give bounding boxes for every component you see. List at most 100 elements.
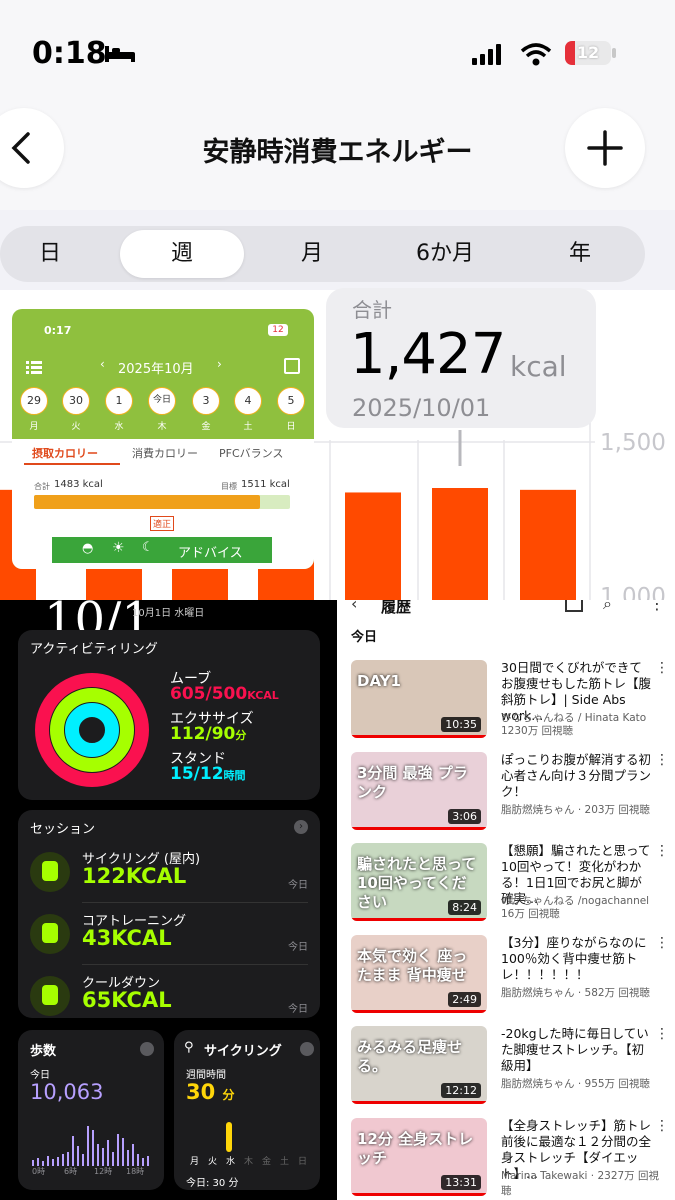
more-vert-icon[interactable]: ⋮ bbox=[649, 600, 665, 613]
cycling-chevron-icon[interactable] bbox=[300, 1042, 314, 1056]
inset-tab-burn[interactable]: 消費カロリー bbox=[132, 445, 198, 461]
steps-chevron-icon[interactable] bbox=[140, 1042, 154, 1056]
steps-tick-12: 12時 bbox=[94, 1167, 113, 1176]
thumbnail-text: DAY1 bbox=[357, 672, 401, 690]
steps-value: 10,063 bbox=[30, 1080, 104, 1104]
tab-6months[interactable]: 6か月 bbox=[390, 226, 500, 282]
video-item[interactable]: 本気で効く 座ったまま 背中痩せ 2:49 【3分】座りながらなのに100％効く背中… bbox=[337, 934, 675, 1021]
next-month-icon[interactable]: › bbox=[217, 357, 222, 371]
cycling-unit: 分 bbox=[222, 1088, 235, 1102]
tab-day[interactable]: 日 bbox=[0, 226, 100, 282]
video-item[interactable]: みるみる足痩せる。 12:12 -20kgした時に毎日していた脚痩せストレッチ。【初… bbox=[337, 1026, 675, 1112]
inset-advice-bar[interactable]: ◓ ☀ ☾ アドバイス bbox=[52, 537, 272, 563]
exercise-value-number: 112/90 bbox=[170, 724, 236, 744]
more-vert-icon[interactable]: ⋮ bbox=[655, 935, 669, 951]
cycling-card[interactable]: ⚲ サイクリング 週間時間 30 分 月火水木金土日 今日: 30 分 bbox=[174, 1030, 320, 1190]
move-value-number: 605/500 bbox=[170, 684, 248, 704]
watched-progress bbox=[351, 918, 487, 921]
video-item[interactable]: 3分間 最強 プランク 3:06 ぽっこりお腹が解消する初心者さん向け３分間プランク… bbox=[337, 751, 675, 838]
inset-day-6[interactable]: 5 bbox=[277, 387, 305, 415]
steps-sub: 今日 bbox=[30, 1070, 50, 1081]
inset-day-1[interactable]: 30 bbox=[62, 387, 90, 415]
video-item[interactable]: 騙されたと思って 10回やってください 8:24 【懇願】騙されたと思って10回やっ… bbox=[337, 843, 675, 929]
video-thumbnail[interactable]: 12分 全身ストレッチ 13:31 bbox=[351, 1117, 487, 1196]
fitness-date-small: 10月1日 水曜日 bbox=[132, 608, 205, 619]
plus-icon bbox=[587, 130, 623, 166]
video-duration: 2:49 bbox=[448, 991, 481, 1007]
bar-4[interactable] bbox=[345, 492, 401, 600]
video-item[interactable]: DAY1 10:35 30日間でくびれができてお腹痩せもした筋トレ【腹斜筋トレ】| … bbox=[337, 660, 675, 746]
tab-month[interactable]: 月 bbox=[262, 226, 362, 282]
video-thumbnail[interactable]: みるみる足痩せる。 12:12 bbox=[351, 1026, 487, 1104]
exercise-value: 112/90分 bbox=[170, 724, 246, 744]
inset-day-label-1: 火 bbox=[71, 422, 81, 432]
tab-year[interactable]: 年 bbox=[530, 226, 630, 282]
inset-day-4[interactable]: 3 bbox=[192, 387, 220, 415]
session-row[interactable]: コアトレーニング 43KCAL 今日 bbox=[18, 906, 320, 966]
inset-day-label-5: 土 bbox=[243, 422, 253, 432]
cycling-day-label: 水 bbox=[226, 1157, 236, 1167]
bar-6[interactable] bbox=[520, 489, 576, 600]
inset-advice-label: アドバイス bbox=[178, 546, 243, 561]
list-menu-icon[interactable] bbox=[26, 359, 42, 374]
watched-progress bbox=[351, 1009, 487, 1013]
cycling-today: 今日: 30 分 bbox=[186, 1178, 239, 1189]
cycling-day-label: 月 bbox=[190, 1157, 200, 1167]
more-vert-icon[interactable]: ⋮ bbox=[655, 1026, 669, 1042]
activity-rings-card[interactable]: アクティビティリング ムーブ 605/500KCAL エクササイズ 112/90… bbox=[18, 630, 320, 800]
tab-week[interactable]: 週 bbox=[120, 230, 244, 278]
inset-day-0[interactable]: 29 bbox=[20, 387, 48, 415]
video-item[interactable]: 12分 全身ストレッチ 13:31 【全身ストレッチ】筋トレ前後に最適な１２分間の全… bbox=[337, 1117, 675, 1200]
more-vert-icon[interactable]: ⋮ bbox=[655, 660, 669, 676]
video-thumbnail[interactable]: DAY1 10:35 bbox=[351, 660, 487, 738]
chevron-right-icon[interactable]: › bbox=[294, 820, 308, 834]
moon-icon: ☾ bbox=[142, 540, 154, 555]
inset-day-5[interactable]: 4 bbox=[234, 387, 262, 415]
inset-tab-pfc[interactable]: PFCバランス bbox=[219, 445, 283, 461]
more-vert-icon[interactable]: ⋮ bbox=[655, 752, 669, 768]
tooltip-unit: kcal bbox=[510, 350, 567, 383]
cycling-day-label: 木 bbox=[244, 1157, 254, 1167]
cycling-value: 30 分 bbox=[186, 1080, 235, 1104]
session-when: 今日 bbox=[288, 942, 308, 953]
sessions-title: セッション bbox=[30, 822, 96, 837]
back-arrow-icon[interactable]: ‹ bbox=[351, 600, 357, 613]
tooltip-date: 2025/10/01 bbox=[352, 394, 491, 422]
video-thumbnail[interactable]: 騙されたと思って 10回やってください 8:24 bbox=[351, 843, 487, 921]
more-vert-icon[interactable]: ⋮ bbox=[655, 843, 669, 859]
add-button[interactable] bbox=[565, 108, 645, 188]
steps-bar bbox=[147, 1156, 149, 1166]
steps-bar bbox=[87, 1126, 89, 1166]
signal-icon bbox=[470, 44, 506, 66]
session-row[interactable]: クールダウン 65KCAL 今日 bbox=[18, 968, 320, 1028]
sunrise-icon: ◓ bbox=[82, 541, 94, 556]
inset-tab-intake[interactable]: 摂取カロリー bbox=[32, 445, 98, 461]
inset-day-label-6: 日 bbox=[286, 422, 296, 432]
session-value: 65KCAL bbox=[82, 988, 172, 1012]
session-row[interactable]: サイクリング (屋内) 122KCAL 今日 bbox=[18, 844, 320, 904]
steps-bar bbox=[37, 1158, 39, 1166]
cast-icon[interactable] bbox=[565, 600, 583, 612]
calendar-icon[interactable] bbox=[284, 358, 300, 374]
sessions-card[interactable]: セッション › サイクリング (屋内) 122KCAL 今日 コアトレーニング 43KC… bbox=[18, 810, 320, 1018]
wifi-icon bbox=[520, 42, 552, 66]
battery-tip bbox=[612, 48, 616, 58]
inset-day-3[interactable]: 今日 bbox=[148, 387, 176, 415]
video-duration: 13:31 bbox=[441, 1174, 481, 1190]
inset-day-2[interactable]: 1 bbox=[105, 387, 133, 415]
steps-bar bbox=[67, 1152, 69, 1166]
video-thumbnail[interactable]: 本気で効く 座ったまま 背中痩せ 2:49 bbox=[351, 934, 487, 1013]
search-icon[interactable]: ⌕ bbox=[603, 600, 612, 614]
steps-bar bbox=[52, 1159, 54, 1166]
status-time: 0:18 bbox=[32, 36, 107, 71]
bar-5[interactable] bbox=[432, 488, 488, 600]
steps-card[interactable]: 歩数 今日 10,063 0時 6時 12時 18時 bbox=[18, 1030, 164, 1190]
more-vert-icon[interactable]: ⋮ bbox=[655, 1118, 669, 1134]
thumbnail-text: 3分間 最強 プランク bbox=[357, 763, 468, 801]
steps-tick-0: 0時 bbox=[32, 1167, 46, 1176]
exercise-unit: 分 bbox=[235, 729, 247, 742]
video-thumbnail[interactable]: 3分間 最強 プランク 3:06 bbox=[351, 751, 487, 830]
inset-total-value: 1483 kcal bbox=[54, 479, 103, 490]
prev-month-icon[interactable]: ‹ bbox=[100, 357, 105, 371]
watched-progress bbox=[351, 826, 487, 830]
